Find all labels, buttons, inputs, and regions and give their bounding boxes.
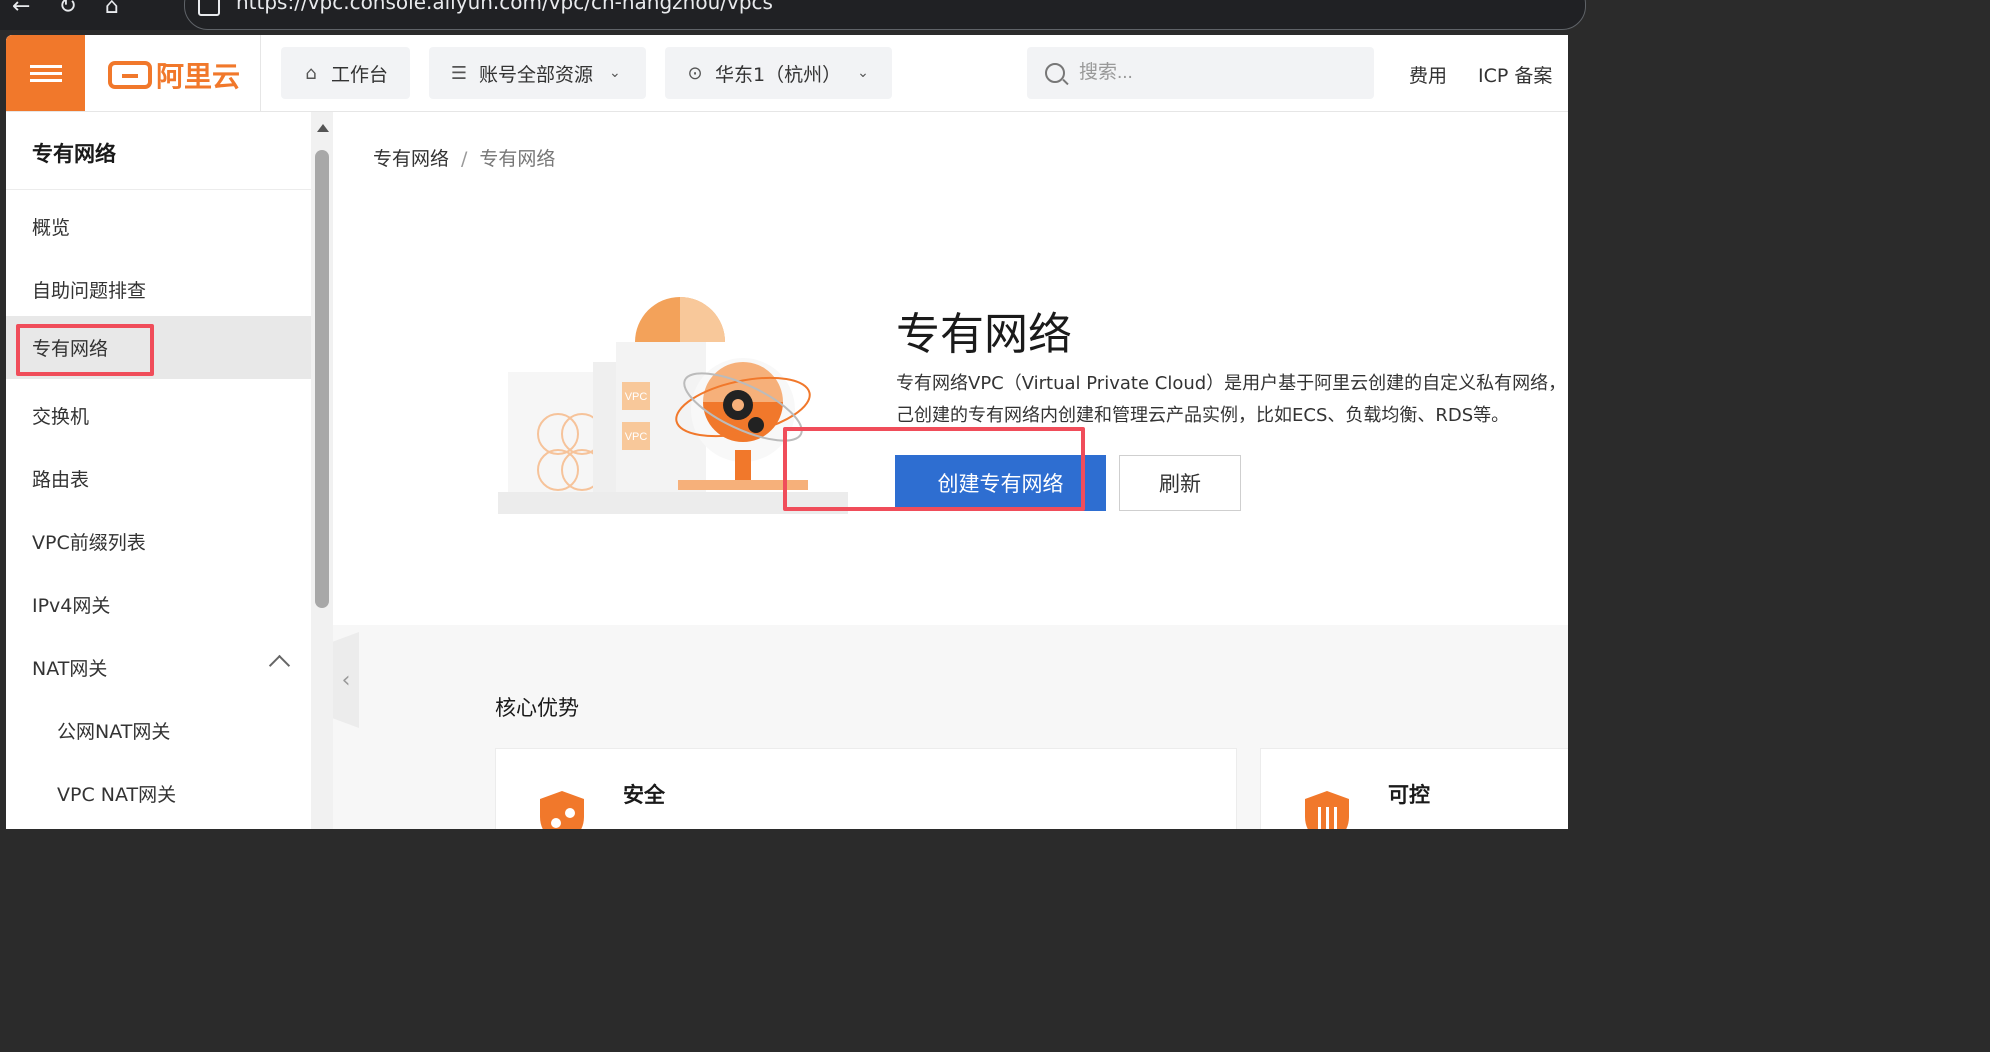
home-icon: ⌂ — [305, 62, 317, 84]
url-text[interactable]: https://vpc.console.aliyun.com/vpc/cn-ha… — [236, 0, 773, 14]
advantage-card-control: 可控 — [1260, 748, 1568, 829]
hero-title: 专有网络 — [896, 309, 1072, 360]
annotation-highlight-sidebar — [16, 324, 154, 376]
icp-link[interactable]: ICP 备案 — [1478, 61, 1552, 88]
scroll-up-icon[interactable] — [317, 124, 329, 132]
sidebar: 专有网络 概览 自助问题排查 专有网络 交换机 路由表 VPC前缀列表 IPv4… — [6, 112, 311, 829]
search-input[interactable] — [1077, 61, 1341, 85]
sidebar-item-label: 交换机 — [32, 406, 90, 428]
chevron-up-icon[interactable] — [268, 654, 291, 677]
sidebar-item-label: 自助问题排查 — [32, 280, 147, 302]
sidebar-item-prefix-list[interactable]: VPC前缀列表 — [6, 510, 311, 573]
sidebar-item-label: NAT网关 — [32, 658, 108, 680]
breadcrumb-current: 专有网络 — [479, 148, 556, 170]
sidebar-item-label: VPC NAT网关 — [57, 784, 177, 806]
workbench-button[interactable]: ⌂ 工作台 — [281, 47, 410, 99]
sidebar-item-vpc-nat[interactable]: VPC NAT网关 — [6, 762, 311, 825]
breadcrumb-root[interactable]: 专有网络 — [373, 148, 449, 170]
logo-mark-icon — [108, 61, 152, 89]
console-app: 阿里云 ⌂ 工作台 ☰ 账号全部资源 ⌄ ⊙ 华东1（杭州） ⌄ 费用 ICP … — [6, 35, 1568, 829]
sidebar-scrollbar[interactable] — [311, 112, 333, 829]
main-content: 专有网络 / 专有网络 VPC VPC 专有网络 专有网络VPC（Virtual… — [333, 112, 1568, 829]
sidebar-title: 专有网络 — [32, 142, 116, 166]
region-dropdown[interactable]: ⊙ 华东1（杭州） ⌄ — [665, 47, 892, 99]
fees-link[interactable]: 费用 — [1409, 61, 1447, 88]
menu-icon[interactable] — [6, 35, 85, 111]
refresh-button[interactable]: 刷新 — [1119, 455, 1241, 511]
scrollbar-thumb[interactable] — [315, 150, 329, 608]
top-navbar: 阿里云 ⌂ 工作台 ☰ 账号全部资源 ⌄ ⊙ 华东1（杭州） ⌄ 费用 ICP … — [6, 35, 1568, 112]
search-box[interactable] — [1027, 47, 1374, 99]
collapse-panel-tab[interactable]: ‹ — [333, 632, 359, 728]
breadcrumb-separator: / — [461, 148, 468, 170]
shield-icon — [540, 791, 584, 829]
region-label: 华东1（杭州） — [715, 63, 842, 86]
chevron-down-icon: ⌄ — [609, 65, 621, 81]
back-icon[interactable]: ← — [12, 0, 30, 19]
advantages-title: 核心优势 — [495, 696, 579, 720]
aliyun-logo[interactable]: 阿里云 — [108, 59, 240, 93]
sidebar-item-label: IPv4网关 — [32, 595, 111, 617]
sidebar-item-label: 概览 — [32, 217, 71, 239]
sidebar-item-label: 公网NAT网关 — [57, 721, 171, 743]
sidebar-item-vswitch[interactable]: 交换机 — [6, 384, 311, 447]
reload-icon[interactable]: ↻ — [58, 0, 76, 19]
workbench-label: 工作台 — [331, 63, 389, 86]
search-icon — [1045, 63, 1065, 83]
divider — [260, 35, 261, 111]
illustration-vpc-label: VPC — [625, 431, 648, 443]
sidebar-item-label: 路由表 — [32, 469, 90, 491]
location-pin-icon: ⊙ — [687, 62, 703, 84]
browser-toolbar: ← ↻ ⌂ https://vpc.console.aliyun.com/vpc… — [0, 0, 1586, 30]
logo-text: 阿里云 — [156, 60, 241, 93]
sidebar-item-route-table[interactable]: 路由表 — [6, 447, 311, 510]
advantage-card-security: 安全 — [495, 748, 1237, 829]
sidebar-item-label: VPC前缀列表 — [32, 532, 146, 554]
resources-dropdown[interactable]: ☰ 账号全部资源 ⌄ — [429, 47, 646, 99]
sidebar-item-overview[interactable]: 概览 — [6, 195, 311, 258]
advantage-card-title: 安全 — [623, 783, 665, 807]
chevron-left-icon: ‹ — [341, 667, 351, 693]
site-info-icon[interactable] — [198, 0, 220, 16]
advantage-card-title: 可控 — [1388, 783, 1430, 807]
controls-icon — [1305, 791, 1349, 829]
browser-nav: ← ↻ ⌂ — [12, 0, 119, 19]
hero-description: 专有网络VPC（Virtual Private Cloud）是用户基于阿里云创建… — [896, 373, 1567, 426]
breadcrumb: 专有网络 / 专有网络 — [373, 144, 555, 171]
sidebar-item-ipv4-gateway[interactable]: IPv4网关 — [6, 573, 311, 636]
illustration-vpc-label: VPC — [625, 391, 648, 403]
server-icon: ☰ — [450, 62, 468, 84]
sidebar-item-nat-gateway[interactable]: NAT网关 — [6, 636, 311, 699]
resources-label: 账号全部资源 — [479, 63, 594, 86]
sidebar-item-troubleshoot[interactable]: 自助问题排查 — [6, 258, 311, 321]
divider — [6, 189, 311, 190]
home-icon[interactable]: ⌂ — [105, 0, 119, 19]
sidebar-item-public-nat[interactable]: 公网NAT网关 — [6, 699, 311, 762]
chevron-down-icon: ⌄ — [857, 65, 869, 81]
annotation-highlight-create — [783, 427, 1085, 511]
